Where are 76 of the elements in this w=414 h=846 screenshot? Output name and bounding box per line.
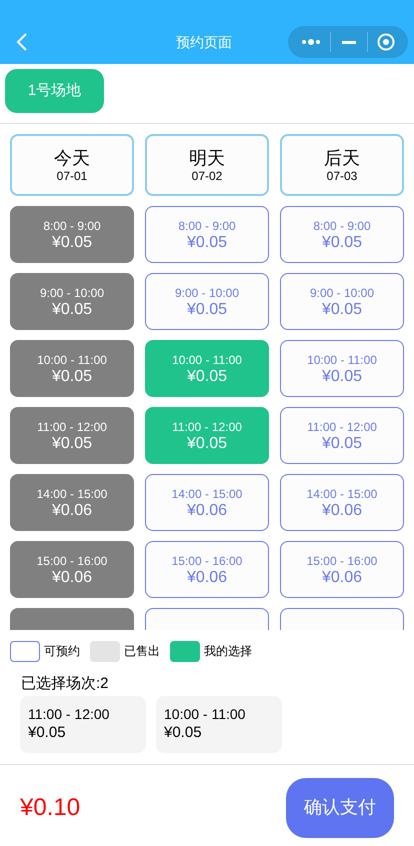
page-title: 预约页面 bbox=[176, 33, 232, 52]
selected-time: 10:00 - 11:00 bbox=[164, 705, 246, 723]
slot-price: ¥0.06 bbox=[186, 502, 228, 520]
slot-price: ¥0.05 bbox=[186, 368, 228, 386]
slot-price: ¥0.06 bbox=[322, 502, 362, 520]
selected-price: ¥0.05 bbox=[164, 723, 203, 743]
day-date: 07-01 bbox=[56, 169, 88, 183]
slot-time: 8:00 - 9:00 bbox=[313, 218, 371, 234]
slot-time: 9:00 - 10:00 bbox=[40, 285, 104, 301]
legend-swatch bbox=[90, 640, 120, 662]
slot-price: ¥0.05 bbox=[52, 301, 92, 319]
time-slot[interactable]: 11:00 - 12:00 ¥0.05 bbox=[280, 407, 404, 464]
day-tab[interactable]: 今天 07-01 bbox=[10, 134, 134, 196]
time-slot[interactable]: 8:00 - 9:00 ¥0.05 bbox=[280, 206, 404, 263]
day-label: 明天 bbox=[189, 147, 225, 169]
slot-price: ¥0.06 bbox=[52, 502, 92, 520]
slot-price: ¥0.06 bbox=[322, 569, 362, 587]
slot-time: 11:00 - 12:00 bbox=[37, 419, 107, 435]
day-tab[interactable]: 后天 07-03 bbox=[280, 134, 404, 196]
slot-time: 9:00 - 10:00 bbox=[174, 285, 240, 301]
time-slot[interactable]: 10:00 - 11:00 ¥0.05 bbox=[145, 340, 269, 397]
slot-time: 14:00 - 15:00 bbox=[306, 486, 378, 502]
slot-price: ¥0.05 bbox=[52, 368, 92, 386]
legend-label: 我的选择 bbox=[204, 643, 252, 660]
slot-price: ¥0.06 bbox=[186, 569, 228, 587]
selected-time: 11:00 - 12:00 bbox=[28, 705, 110, 723]
slot-time: 10:00 - 11:00 bbox=[307, 352, 377, 368]
day-date: 07-03 bbox=[326, 169, 358, 183]
slot-time: 11:00 - 12:00 bbox=[172, 419, 242, 435]
legend-label: 可预约 bbox=[44, 643, 80, 660]
time-slot[interactable]: 9:00 - 10:00 ¥0.05 bbox=[145, 273, 269, 330]
slot-price: ¥0.05 bbox=[186, 435, 228, 453]
time-slot[interactable]: 15:00 - 16:00 ¥0.06 bbox=[145, 541, 269, 598]
legend-swatch bbox=[10, 640, 40, 662]
slot-time: 10:00 - 11:00 bbox=[172, 352, 242, 368]
total-price: ¥0.10 bbox=[20, 792, 80, 822]
slot-price: ¥0.05 bbox=[322, 234, 362, 252]
slot-time: 15:00 - 16:00 bbox=[306, 553, 378, 569]
slot-time: 14:00 - 15:00 bbox=[172, 486, 242, 502]
slot-time: 11:00 - 12:00 bbox=[307, 419, 377, 435]
slot-price: ¥0.05 bbox=[322, 301, 362, 319]
slot-price: ¥0.05 bbox=[322, 368, 362, 386]
minimize-icon[interactable] bbox=[342, 40, 356, 44]
slot-price: ¥0.06 bbox=[52, 569, 92, 587]
pay-button[interactable]: 确认支付 bbox=[286, 778, 394, 838]
day-tab[interactable]: 明天 07-02 bbox=[145, 134, 269, 196]
time-slot[interactable]: 9:00 - 10:00 ¥0.05 bbox=[280, 273, 404, 330]
slot-price: ¥0.05 bbox=[186, 301, 228, 319]
legend-label: 已售出 bbox=[124, 643, 160, 660]
slot-price: ¥0.05 bbox=[52, 234, 92, 252]
time-slot[interactable]: 14:00 - 15:00 ¥0.06 bbox=[280, 474, 404, 531]
time-slot[interactable]: 11:00 - 12:00 ¥0.05 bbox=[145, 407, 269, 464]
slot-time: 8:00 - 9:00 bbox=[43, 218, 101, 234]
time-slot[interactable]: 10:00 - 11:00 ¥0.05 bbox=[280, 340, 404, 397]
slot-time: 8:00 - 9:00 bbox=[178, 218, 236, 234]
time-slot[interactable]: 8:00 - 9:00 ¥0.05 bbox=[145, 206, 269, 263]
legend-swatch bbox=[170, 640, 200, 662]
slot-price: ¥0.05 bbox=[322, 435, 362, 453]
day-date: 07-02 bbox=[192, 169, 222, 183]
slot-time: 15:00 - 16:00 bbox=[172, 553, 242, 569]
day-label: 后天 bbox=[324, 147, 360, 169]
slot-time: 10:00 - 11:00 bbox=[37, 352, 107, 368]
slot-time: 9:00 - 10:00 bbox=[310, 285, 374, 301]
slot-price: ¥0.05 bbox=[52, 435, 92, 453]
time-slot[interactable]: 15:00 - 16:00 ¥0.06 bbox=[280, 541, 404, 598]
slot-price: ¥0.05 bbox=[186, 234, 228, 252]
back-icon[interactable] bbox=[16, 33, 28, 51]
target-icon[interactable] bbox=[377, 33, 395, 51]
venue-tab[interactable]: 1号场地 bbox=[5, 69, 104, 113]
slot-time: 14:00 - 15:00 bbox=[36, 486, 108, 502]
day-label: 今天 bbox=[54, 147, 90, 169]
time-slot[interactable]: 14:00 - 15:00 ¥0.06 bbox=[145, 474, 269, 531]
selected-price: ¥0.05 bbox=[28, 723, 67, 743]
selection-summary: 已选择场次:2 bbox=[20, 674, 110, 694]
slot-time: 15:00 - 16:00 bbox=[36, 553, 108, 569]
more-icon[interactable] bbox=[302, 39, 320, 45]
